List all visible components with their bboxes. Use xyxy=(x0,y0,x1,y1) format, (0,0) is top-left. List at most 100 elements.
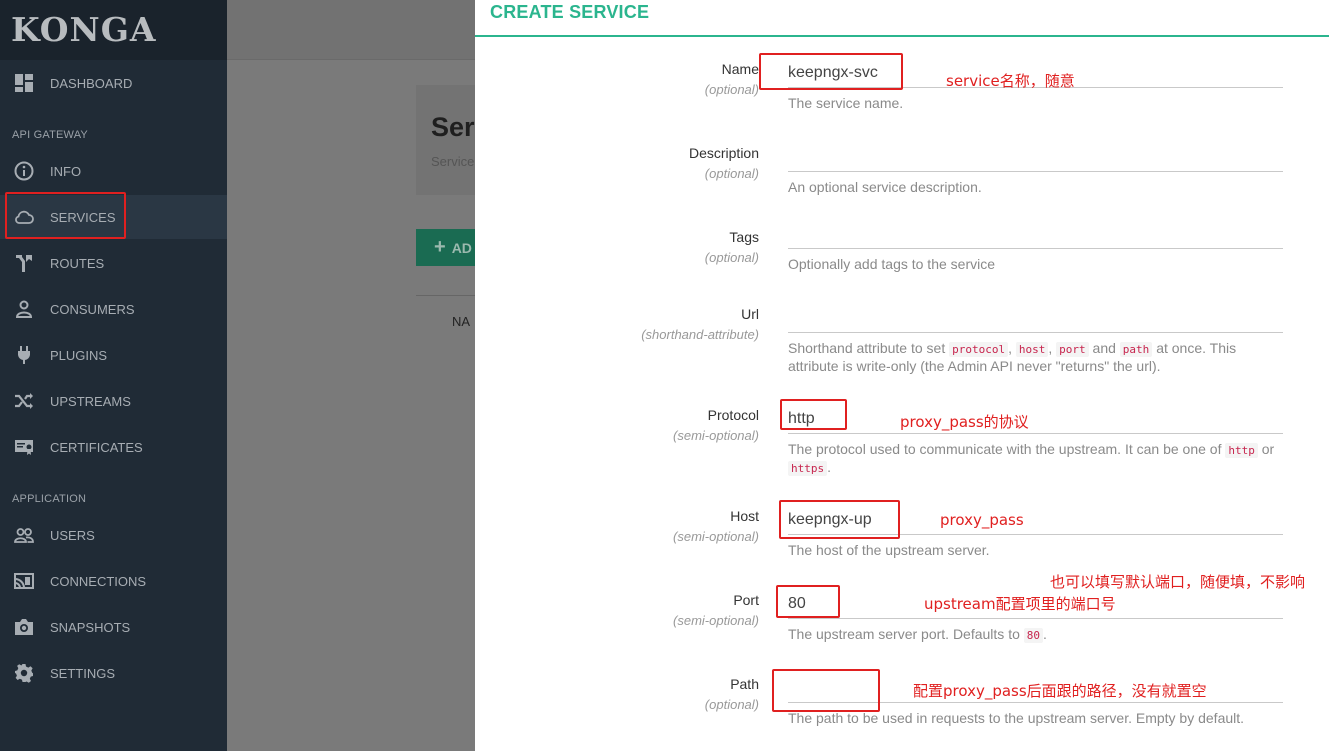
sidebar-item-label: CERTIFICATES xyxy=(50,439,143,455)
sidebar-item-upstreams[interactable]: UPSTREAMS xyxy=(0,379,227,423)
code-protocol: protocol xyxy=(949,342,1009,357)
port-label: Port xyxy=(733,592,759,608)
modal-title: CREATE SERVICE xyxy=(490,2,650,22)
url-help-text: Shorthand attribute to set xyxy=(788,340,946,356)
main-topbar xyxy=(227,0,475,60)
protocol-help-or: or xyxy=(1261,441,1275,457)
sidebar-item-label: USERS xyxy=(50,527,95,543)
url-sublabel: (shorthand-attribute) xyxy=(641,327,759,342)
protocol-sublabel: (semi-optional) xyxy=(673,428,759,443)
annotation-name: service名称，随意 xyxy=(946,72,1075,90)
plug-icon xyxy=(13,344,35,366)
description-help: An optional service description. xyxy=(788,179,982,195)
section-api-gateway: API GATEWAY xyxy=(12,129,88,141)
divider xyxy=(416,295,475,296)
gear-icon xyxy=(13,662,35,684)
highlight-services xyxy=(5,192,126,239)
port-help-text: The upstream server port. Defaults to xyxy=(788,626,1020,642)
tags-input[interactable] xyxy=(788,219,1283,249)
name-help: The service name. xyxy=(788,95,904,111)
sidebar-item-certificates[interactable]: CERTIFICATES xyxy=(0,425,227,469)
code-80: 80 xyxy=(1023,628,1044,643)
sidebar-item-connections[interactable]: CONNECTIONS xyxy=(0,559,227,603)
sidebar-item-label: DASHBOARD xyxy=(50,75,133,91)
certificate-icon xyxy=(13,436,35,458)
protocol-input[interactable] xyxy=(788,404,1283,434)
name-label: Name xyxy=(721,61,759,77)
code-path: path xyxy=(1119,342,1153,357)
highlight-port xyxy=(776,585,840,618)
port-help: The upstream server port. Defaults to 80… xyxy=(788,626,1047,643)
sidebar-item-snapshots[interactable]: SNAPSHOTS xyxy=(0,605,227,649)
description-sublabel: (optional) xyxy=(704,166,759,181)
sidebar-item-routes[interactable]: ROUTES xyxy=(0,241,227,285)
sidebar-item-dashboard[interactable]: DASHBOARD xyxy=(0,61,227,105)
sidebar-item-info[interactable]: INFO xyxy=(0,149,227,193)
sidebar-item-settings[interactable]: SETTINGS xyxy=(0,651,227,695)
host-label: Host xyxy=(730,508,759,524)
create-service-modal: CREATE SERVICE Name (optional) The servi… xyxy=(475,0,1329,751)
host-sublabel: (semi-optional) xyxy=(673,529,759,544)
path-sublabel: (optional) xyxy=(704,697,759,712)
tags-sublabel: (optional) xyxy=(704,250,759,265)
sidebar: KONGA DASHBOARD API GATEWAY INFO SERVICE… xyxy=(0,0,227,751)
sidebar-item-label: INFO xyxy=(50,163,82,179)
highlight-path xyxy=(772,669,880,712)
highlight-host xyxy=(779,500,900,539)
host-help: The host of the upstream server. xyxy=(788,542,990,558)
sidebar-item-consumers[interactable]: CONSUMERS xyxy=(0,287,227,331)
tags-label: Tags xyxy=(729,229,759,245)
sidebar-item-label: SETTINGS xyxy=(50,665,116,681)
path-help: The path to be used in requests to the u… xyxy=(788,710,1245,726)
page-subtitle: Service xyxy=(431,154,475,169)
cast-icon xyxy=(13,570,35,592)
sidebar-item-label: PLUGINS xyxy=(50,347,108,363)
info-icon xyxy=(13,160,35,182)
logo-area: KONGA xyxy=(0,0,227,60)
protocol-help-text: The protocol used to communicate with th… xyxy=(788,441,1222,457)
section-application: APPLICATION xyxy=(12,493,87,505)
sidebar-item-label: SNAPSHOTS xyxy=(50,619,131,635)
protocol-label: Protocol xyxy=(707,407,759,423)
highlight-protocol xyxy=(780,399,847,430)
plus-icon: + xyxy=(434,236,446,258)
code-host: host xyxy=(1015,342,1049,357)
url-help-and: and xyxy=(1092,340,1116,356)
sidebar-item-users[interactable]: USERS xyxy=(0,513,227,557)
sidebar-item-label: CONNECTIONS xyxy=(50,573,147,589)
port-sublabel: (semi-optional) xyxy=(673,613,759,628)
tags-help: Optionally add tags to the service xyxy=(788,256,996,272)
annotation-protocol: proxy_pass的协议 xyxy=(900,413,1029,431)
page-title: Ser xyxy=(431,112,475,142)
name-sublabel: (optional) xyxy=(704,82,759,97)
user-icon xyxy=(13,298,35,320)
annotation-port-1: 也可以填写默认端口，随便填，不影响 xyxy=(1050,573,1306,591)
description-input[interactable] xyxy=(788,142,1283,172)
shuffle-icon xyxy=(13,390,35,412)
modal-header: CREATE SERVICE xyxy=(475,0,1329,37)
description-label: Description xyxy=(688,145,759,161)
add-service-button[interactable]: + AD xyxy=(416,229,475,266)
code-https: https xyxy=(788,461,828,476)
protocol-help: The protocol used to communicate with th… xyxy=(788,441,1275,476)
table-header-name: NA xyxy=(452,314,471,329)
sidebar-item-plugins[interactable]: PLUGINS xyxy=(0,333,227,377)
code-http: http xyxy=(1225,443,1258,458)
sidebar-item-label: UPSTREAMS xyxy=(50,393,131,409)
annotation-host: proxy_pass xyxy=(940,511,1024,529)
add-service-label: AD xyxy=(451,239,472,256)
path-label: Path xyxy=(730,676,759,692)
dashboard-icon xyxy=(13,72,35,94)
konga-logo[interactable]: KONGA xyxy=(11,10,157,49)
url-input[interactable] xyxy=(788,303,1283,333)
code-port: port xyxy=(1056,342,1089,357)
annotation-path: 配置proxy_pass后面跟的路径，没有就置空 xyxy=(913,682,1207,700)
camera-icon xyxy=(13,616,35,638)
url-help: Shorthand attribute to set protocol, hos… xyxy=(788,340,1237,374)
annotation-port-2: upstream配置项里的端口号 xyxy=(924,595,1116,613)
users-icon xyxy=(13,524,35,546)
highlight-name xyxy=(759,53,903,90)
url-label: Url xyxy=(741,306,759,322)
sidebar-item-label: ROUTES xyxy=(50,255,105,271)
sidebar-item-label: CONSUMERS xyxy=(50,301,135,317)
